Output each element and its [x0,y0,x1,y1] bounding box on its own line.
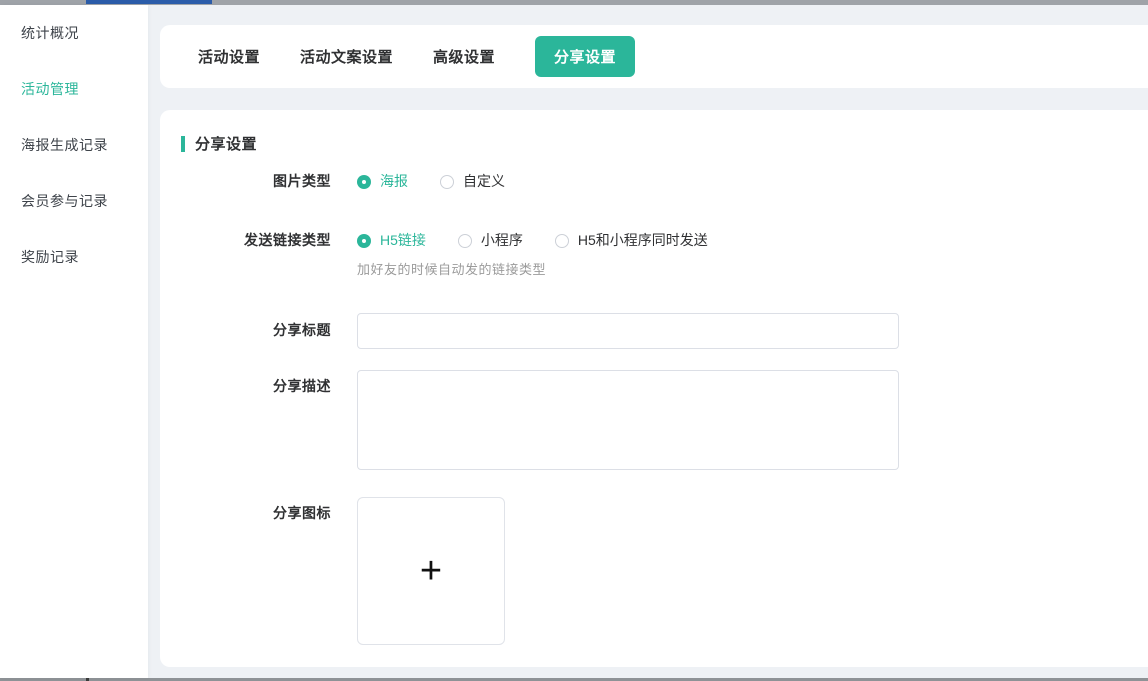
share-icon-upload-box[interactable]: + [357,497,505,645]
sidebar-item-label: 统计概况 [21,23,79,43]
section-header: 分享设置 [181,133,1148,154]
image-type-options: 海报 自定义 [344,172,505,191]
image-type-row: 图片类型 海报 自定义 [181,172,1148,191]
radio-unchecked-icon[interactable] [555,234,569,248]
radio-checked-icon[interactable] [357,234,371,248]
share-settings-form: 图片类型 海报 自定义 发送链接类型 [181,172,1148,645]
link-type-hint: 加好友的时候自动发的链接类型 [357,259,708,278]
sidebar-item-poster-records[interactable]: 海报生成记录 [0,117,148,173]
sidebar-item-label: 海报生成记录 [21,135,108,155]
sidebar-item-member-participation-records[interactable]: 会员参与记录 [0,173,148,229]
tab-activity-settings[interactable]: 活动设置 [198,46,260,67]
radio-custom[interactable]: 自定义 [440,172,505,191]
share-settings-panel: 分享设置 图片类型 海报 自定义 [160,110,1148,667]
radio-h5-link[interactable]: H5链接 [357,231,426,250]
share-icon-row: 分享图标 + [181,497,1148,645]
radio-mini-program[interactable]: 小程序 [458,231,523,250]
tab-share-settings[interactable]: 分享设置 [535,36,635,77]
share-title-input[interactable] [357,313,899,349]
main-area: 活动设置 活动文案设置 高级设置 分享设置 分享设置 图片类型 海报 [148,5,1148,678]
radio-label: 海报 [380,172,408,191]
radio-label: H5和小程序同时发送 [578,231,708,250]
radio-checked-icon[interactable] [357,175,371,189]
radio-unchecked-icon[interactable] [440,175,454,189]
tab-bar: 活动设置 活动文案设置 高级设置 分享设置 [160,25,1148,88]
link-type-row: 发送链接类型 H5链接 小程序 H5和小程序同时发送 [181,231,1148,278]
radio-label: H5链接 [380,231,426,250]
share-title-label: 分享标题 [181,313,344,340]
tab-activity-copy-settings[interactable]: 活动文案设置 [300,46,393,67]
link-type-label: 发送链接类型 [181,231,344,250]
sidebar-item-stats-overview[interactable]: 统计概况 [0,5,148,61]
share-desc-row: 分享描述 [181,370,1148,475]
share-title-row: 分享标题 [181,313,1148,349]
sidebar-item-label: 会员参与记录 [21,191,108,211]
sidebar-item-activity-management[interactable]: 活动管理 [0,61,148,117]
share-desc-label: 分享描述 [181,370,344,396]
share-icon-label: 分享图标 [181,497,344,523]
sidebar-item-reward-records[interactable]: 奖励记录 [0,229,148,285]
radio-h5-and-mini-program[interactable]: H5和小程序同时发送 [555,231,708,250]
sidebar-item-label: 活动管理 [21,79,79,99]
section-title: 分享设置 [195,133,257,154]
sidebar: 统计概况 活动管理 海报生成记录 会员参与记录 奖励记录 [0,5,148,678]
share-desc-textarea[interactable] [357,370,899,470]
link-type-options: H5链接 小程序 H5和小程序同时发送 加好友的时候自动发的链接类型 [344,231,708,278]
radio-label: 小程序 [481,231,523,250]
radio-unchecked-icon[interactable] [458,234,472,248]
top-scrollbar-thumb[interactable] [86,0,212,4]
sidebar-item-label: 奖励记录 [21,247,79,267]
radio-label: 自定义 [463,172,505,191]
radio-poster[interactable]: 海报 [357,172,408,191]
image-type-label: 图片类型 [181,172,344,191]
tab-advanced-settings[interactable]: 高级设置 [433,46,495,67]
plus-icon: + [420,552,442,590]
section-accent-bar [181,136,185,152]
